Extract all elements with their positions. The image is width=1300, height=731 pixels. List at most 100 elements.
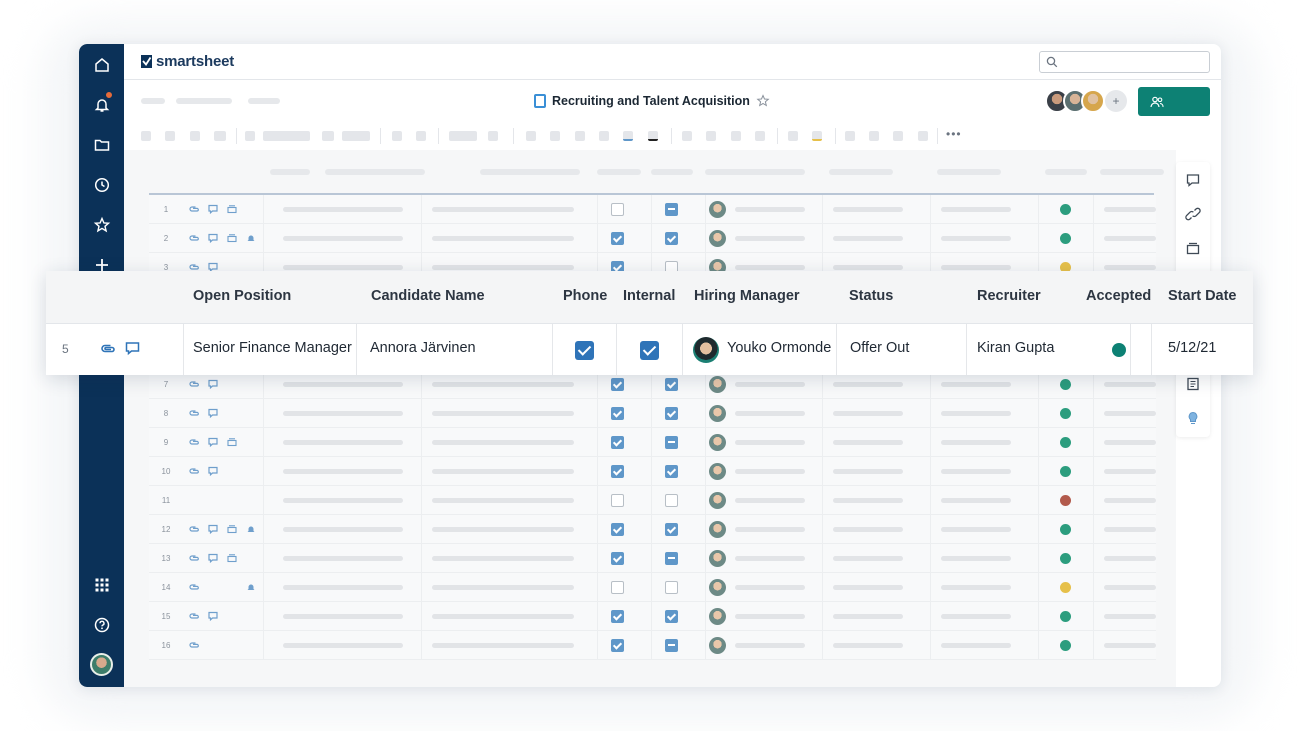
attachment-icon[interactable] — [189, 466, 199, 476]
toolbar-button[interactable] — [245, 131, 255, 141]
table-row[interactable]: 8 — [149, 399, 1156, 428]
favorite-star-icon[interactable] — [756, 94, 770, 108]
internal-checkbox[interactable] — [665, 610, 678, 623]
comment-icon[interactable] — [208, 524, 218, 534]
col-header-hiring-manager[interactable]: Hiring Manager — [694, 288, 800, 304]
attachments-icon[interactable] — [1185, 206, 1201, 222]
attachment-icon[interactable] — [189, 233, 199, 243]
start-date-cell[interactable]: 5/12/21 — [1151, 324, 1253, 375]
folder-icon[interactable] — [91, 134, 112, 155]
toolbar-button[interactable] — [214, 131, 226, 141]
attachment-icon[interactable] — [189, 379, 199, 389]
brand-logo[interactable]: smartsheet — [141, 53, 234, 70]
toolbar-button[interactable] — [488, 131, 498, 141]
attachment-icon[interactable] — [189, 553, 199, 563]
toolbar-button[interactable] — [449, 131, 477, 141]
col-header-recruiter[interactable]: Recruiter — [977, 288, 1041, 304]
comment-icon[interactable] — [208, 408, 218, 418]
fill-color-button[interactable] — [648, 131, 658, 141]
hiring-manager-cell[interactable]: Youko Ormonde — [683, 324, 837, 375]
clock-icon[interactable] — [91, 174, 112, 195]
col-header-internal[interactable]: Internal — [623, 288, 675, 304]
candidate-name-cell[interactable]: Annora Järvinen — [357, 324, 553, 375]
toolbar-button[interactable] — [141, 131, 151, 141]
attachment-icon[interactable] — [100, 341, 117, 356]
phone-checkbox[interactable] — [611, 407, 624, 420]
more-options-icon[interactable]: ••• — [946, 127, 962, 141]
proof-icon[interactable] — [227, 204, 237, 214]
col-header-accepted[interactable]: Accepted — [1086, 288, 1151, 304]
internal-checkbox[interactable] — [665, 552, 678, 565]
phone-checkbox[interactable] — [611, 465, 624, 478]
table-row[interactable]: 10 — [149, 457, 1156, 486]
sheet-title[interactable]: Recruiting and Talent Acquisition — [534, 94, 770, 108]
phone-checkbox[interactable] — [611, 610, 624, 623]
col-header-status[interactable]: Status — [849, 288, 893, 304]
phone-checkbox[interactable] — [611, 552, 624, 565]
toolbar-button[interactable] — [322, 131, 334, 141]
toolbar-button[interactable] — [342, 131, 370, 141]
accepted-cell[interactable] — [1112, 324, 1151, 375]
phone-checkbox[interactable] — [611, 581, 624, 594]
col-header-phone[interactable]: Phone — [563, 288, 607, 304]
table-row[interactable]: 5 Senior Finance Manager Annora Järvinen… — [46, 324, 1253, 375]
table-row[interactable]: 14 — [149, 573, 1156, 602]
phone-checkbox[interactable] — [575, 341, 594, 360]
toolbar-button[interactable] — [599, 131, 609, 141]
table-row[interactable]: 15 — [149, 602, 1156, 631]
internal-checkbox[interactable] — [665, 378, 678, 391]
proof-icon[interactable] — [227, 437, 237, 447]
table-row[interactable]: 11 — [149, 486, 1156, 515]
summary-icon[interactable] — [1185, 376, 1201, 392]
toolbar-button[interactable] — [788, 131, 798, 141]
comment-icon[interactable] — [208, 466, 218, 476]
table-row[interactable]: 13 — [149, 544, 1156, 573]
internal-checkbox[interactable] — [665, 465, 678, 478]
reminder-bell-icon[interactable] — [246, 582, 256, 592]
text-color-button[interactable] — [623, 131, 633, 141]
internal-checkbox[interactable] — [640, 341, 659, 360]
proof-icon[interactable] — [227, 233, 237, 243]
comment-icon[interactable] — [208, 233, 218, 243]
reminder-bell-icon[interactable] — [246, 233, 256, 243]
recruiter-cell[interactable]: Kiran Gupta — [967, 324, 1131, 375]
comment-icon[interactable] — [208, 437, 218, 447]
col-header-open-position[interactable]: Open Position — [193, 288, 291, 304]
attachment-icon[interactable] — [189, 640, 199, 650]
comment-icon[interactable] — [125, 341, 140, 356]
toolbar-button[interactable] — [731, 131, 741, 141]
toolbar-button[interactable] — [550, 131, 560, 141]
table-row[interactable]: 1 — [149, 195, 1156, 224]
toolbar-button[interactable] — [165, 131, 175, 141]
phone-checkbox[interactable] — [611, 523, 624, 536]
attachment-icon[interactable] — [189, 524, 199, 534]
toolbar-button[interactable] — [755, 131, 765, 141]
toolbar-button[interactable] — [416, 131, 426, 141]
attachment-icon[interactable] — [189, 437, 199, 447]
toolbar-button[interactable] — [263, 131, 310, 141]
attachment-icon[interactable] — [189, 582, 199, 592]
internal-checkbox[interactable] — [665, 494, 678, 507]
proof-icon[interactable] — [227, 553, 237, 563]
internal-checkbox[interactable] — [665, 581, 678, 594]
toolbar-button[interactable] — [918, 131, 928, 141]
col-header-start-date[interactable]: Start Date — [1168, 288, 1237, 304]
home-icon[interactable] — [91, 54, 112, 75]
highlight-button[interactable] — [812, 131, 822, 141]
table-row[interactable]: 12 — [149, 515, 1156, 544]
toolbar-button[interactable] — [706, 131, 716, 141]
toolbar-button[interactable] — [682, 131, 692, 141]
attachment-icon[interactable] — [189, 408, 199, 418]
internal-checkbox[interactable] — [665, 436, 678, 449]
toolbar-button[interactable] — [893, 131, 903, 141]
star-icon[interactable] — [91, 214, 112, 235]
proof-icon[interactable] — [227, 524, 237, 534]
toolbar-button[interactable] — [526, 131, 536, 141]
comment-icon[interactable] — [208, 379, 218, 389]
phone-checkbox[interactable] — [611, 436, 624, 449]
table-row[interactable]: 2 — [149, 224, 1156, 253]
search-input[interactable] — [1039, 51, 1210, 73]
toolbar-button[interactable] — [190, 131, 200, 141]
reminder-bell-icon[interactable] — [246, 524, 256, 534]
phone-checkbox[interactable] — [611, 232, 624, 245]
